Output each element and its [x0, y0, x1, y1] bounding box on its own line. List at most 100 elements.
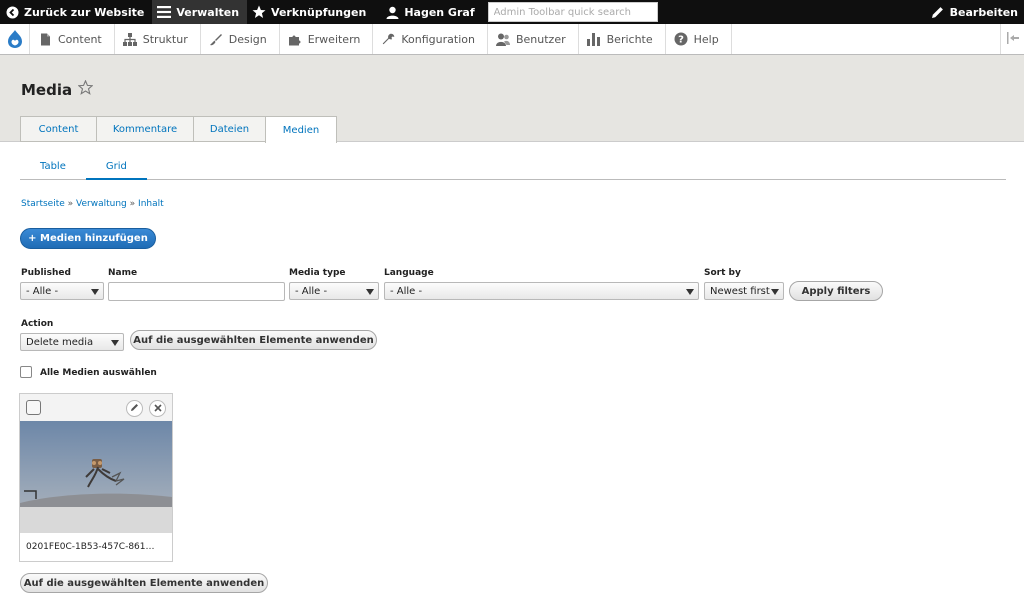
- pencil-icon: [130, 402, 139, 415]
- chevron-down-icon: [771, 289, 779, 295]
- tab-files[interactable]: Dateien: [193, 116, 265, 142]
- apply-to-selected-button[interactable]: Auf die ausgewählten Elemente anwenden: [130, 330, 377, 350]
- paintbrush-icon: [209, 32, 223, 46]
- tray-item-structure[interactable]: Struktur: [115, 24, 201, 54]
- primary-tabs: Content Kommentare Dateien Medien: [20, 116, 337, 143]
- remove-media-button[interactable]: [149, 400, 166, 417]
- tray-item-content[interactable]: Content: [30, 24, 115, 54]
- user-label: Hagen Graf: [404, 5, 475, 19]
- collapse-arrow-icon: [1006, 31, 1019, 47]
- page-title-text: Media: [21, 80, 73, 99]
- tray-item-label: Konfiguration: [401, 32, 475, 46]
- name-label: Name: [108, 268, 138, 278]
- people-icon: [495, 32, 510, 46]
- bar-chart-icon: [587, 32, 601, 46]
- action-label: Action: [21, 319, 54, 329]
- sort-by-select[interactable]: Newest first: [704, 282, 784, 300]
- language-select-value: - Alle -: [390, 285, 423, 297]
- published-select-value: - Alle -: [26, 285, 59, 297]
- shortcuts-label: Verknüpfungen: [271, 5, 367, 19]
- tray-item-label: Berichte: [606, 32, 653, 46]
- help-icon: ?: [674, 32, 688, 46]
- tab-media[interactable]: Medien: [265, 116, 337, 143]
- star-icon: [252, 5, 266, 19]
- add-media-button[interactable]: + Medien hinzufügen: [20, 228, 156, 249]
- svg-text:?: ?: [678, 35, 684, 46]
- edit-media-button[interactable]: [126, 400, 143, 417]
- pencil-icon: [931, 5, 945, 19]
- manage-label: Verwalten: [176, 5, 240, 19]
- tray-item-label: Design: [228, 32, 267, 46]
- wrench-icon: [381, 32, 395, 46]
- media-item-checkbox[interactable]: [26, 400, 41, 415]
- back-to-site-link[interactable]: Zurück zur Website: [0, 0, 152, 24]
- page-title: Media: [21, 79, 94, 99]
- tab-comments[interactable]: Kommentare: [96, 116, 193, 142]
- tab-content[interactable]: Content: [20, 116, 96, 142]
- breadcrumb-separator: »: [129, 199, 136, 209]
- sitemap-icon: [122, 32, 137, 46]
- tray-item-design[interactable]: Design: [201, 24, 280, 54]
- action-select[interactable]: Delete media: [20, 333, 124, 351]
- tray-item-label: Help: [693, 32, 719, 46]
- user-tab[interactable]: Hagen Graf: [380, 0, 482, 24]
- action-select-value: Delete media: [26, 336, 94, 348]
- admin-search-input[interactable]: [487, 2, 658, 22]
- tray-item-label: Benutzer: [515, 32, 566, 46]
- breadcrumb-content[interactable]: Inhalt: [138, 199, 164, 209]
- edit-toggle[interactable]: Bearbeiten: [926, 0, 1024, 24]
- chevron-down-icon: [686, 289, 694, 295]
- chevron-down-icon: [366, 289, 374, 295]
- name-input[interactable]: [108, 282, 285, 301]
- bottom-apply-to-selected-button[interactable]: Auf die ausgewählten Elemente anwenden: [20, 573, 268, 593]
- media-type-label: Media type: [289, 268, 346, 278]
- apply-filters-button[interactable]: Apply filters: [789, 281, 883, 301]
- hamburger-icon: [157, 5, 172, 19]
- tray-item-help[interactable]: ? Help: [666, 24, 732, 54]
- subtab-table[interactable]: Table: [20, 154, 86, 179]
- media-thumbnail[interactable]: [20, 421, 172, 533]
- media-type-select-value: - Alle -: [295, 285, 328, 297]
- file-icon: [38, 32, 52, 46]
- page-header: Media Content Kommentare Dateien Medien: [0, 55, 1024, 143]
- user-icon: [385, 5, 399, 19]
- puzzle-icon: [288, 32, 302, 46]
- select-all-label: Alle Medien auswählen: [40, 368, 157, 378]
- breadcrumb-home[interactable]: Startseite: [21, 199, 65, 209]
- sort-by-select-value: Newest first: [710, 285, 770, 297]
- secondary-tabs: Table Grid: [20, 154, 1006, 180]
- tray-item-label: Struktur: [142, 32, 188, 46]
- admin-tray-menu: Content Struktur Design Erweitern Konfig…: [0, 24, 1024, 55]
- admin-toolbar: Zurück zur Website Verwalten Verknüpfung…: [0, 0, 1024, 24]
- media-item-name[interactable]: 0201FE0C-1B53-457C-861…: [26, 542, 168, 552]
- breadcrumb-separator: »: [67, 199, 74, 209]
- breadcrumb: Startseite » Verwaltung » Inhalt: [21, 199, 164, 209]
- tray-spacer: [732, 24, 1000, 54]
- tray-item-label: Content: [58, 32, 102, 46]
- drupal-logo-icon[interactable]: [0, 24, 30, 54]
- language-label: Language: [384, 268, 434, 278]
- subtab-grid[interactable]: Grid: [85, 154, 147, 180]
- manage-tab[interactable]: Verwalten: [152, 0, 248, 24]
- shortcuts-tab[interactable]: Verknüpfungen: [247, 0, 374, 24]
- back-to-site-label: Zurück zur Website: [24, 5, 145, 19]
- published-label: Published: [21, 268, 71, 278]
- tray-orientation-toggle[interactable]: [1000, 24, 1024, 54]
- chevron-down-icon: [111, 340, 119, 346]
- breadcrumb-admin[interactable]: Verwaltung: [76, 199, 127, 209]
- tray-item-reports[interactable]: Berichte: [579, 24, 666, 54]
- media-type-select[interactable]: - Alle -: [289, 282, 379, 300]
- arrow-left-circle-icon: [5, 5, 19, 19]
- published-select[interactable]: - Alle -: [20, 282, 104, 300]
- select-all-checkbox[interactable]: [20, 366, 32, 378]
- media-grid-item[interactable]: 0201FE0C-1B53-457C-861…: [19, 393, 173, 562]
- tray-item-configuration[interactable]: Konfiguration: [373, 24, 488, 54]
- language-select[interactable]: - Alle -: [384, 282, 699, 300]
- edit-label: Bearbeiten: [949, 5, 1018, 19]
- tray-item-people[interactable]: Benutzer: [488, 24, 579, 54]
- sort-by-label: Sort by: [704, 268, 741, 278]
- chevron-down-icon: [91, 289, 99, 295]
- media-item-toolbar: [20, 394, 172, 421]
- tray-item-extend[interactable]: Erweitern: [280, 24, 374, 54]
- star-outline-icon[interactable]: [77, 79, 94, 99]
